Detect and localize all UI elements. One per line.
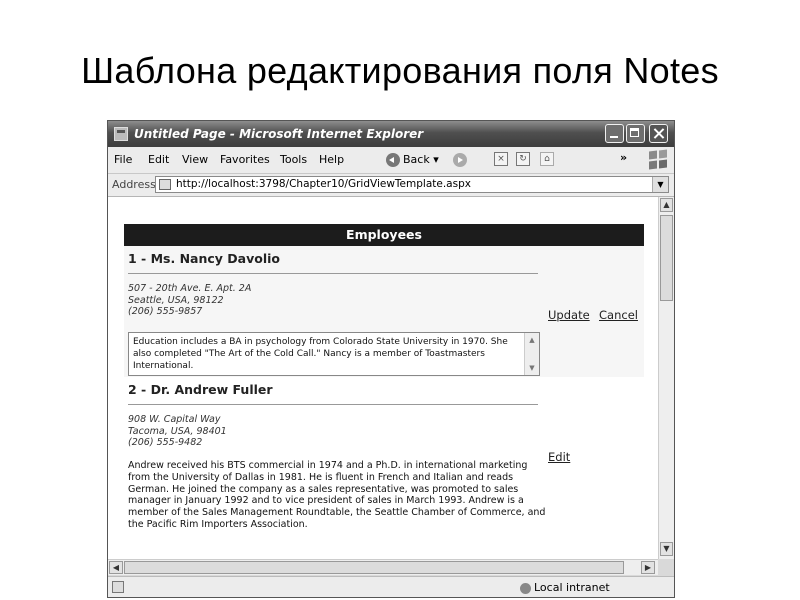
address-bar: Address http://localhost:3798/Chapter10/… (108, 174, 674, 197)
title-bar[interactable]: Untitled Page - Microsoft Internet Explo… (108, 121, 674, 147)
address-label: Address (112, 178, 156, 191)
zone-label: Local intranet (534, 581, 610, 594)
edit-link[interactable]: Edit (548, 450, 570, 464)
employees-grid: Employees 1 - Ms. Nancy Davolio 507 - 20… (124, 224, 644, 557)
toolbar-overflow-icon[interactable]: » (620, 151, 627, 164)
security-zone: Local intranet (520, 581, 610, 594)
intranet-icon (520, 582, 531, 594)
notes-scrollbar[interactable]: ▲ ▼ (524, 333, 539, 375)
address-line: 507 - 20th Ave. E. Apt. 2A (128, 283, 252, 294)
home-icon[interactable]: ⌂ (540, 152, 554, 166)
update-link[interactable]: Update (548, 308, 590, 322)
phone: (206) 555-9857 (128, 306, 203, 317)
menu-file[interactable]: File (114, 153, 132, 166)
address-input[interactable]: http://localhost:3798/Chapter10/GridView… (155, 176, 669, 193)
phone: (206) 555-9482 (128, 437, 203, 448)
horizontal-scrollbar[interactable]: ◀ ▶ (108, 559, 658, 575)
employee-address: 507 - 20th Ave. E. Apt. 2A Seattle, USA,… (128, 283, 251, 318)
window-title: Untitled Page - Microsoft Internet Explo… (134, 127, 424, 141)
cancel-link[interactable]: Cancel (599, 308, 638, 322)
scroll-up-icon[interactable]: ▲ (525, 333, 539, 347)
stop-icon[interactable]: × (494, 152, 508, 166)
scroll-thumb[interactable] (124, 561, 624, 574)
address-line: Tacoma, USA, 98401 (128, 425, 227, 437)
table-row: 2 - Dr. Andrew Fuller 908 W. Capital Way… (124, 377, 644, 557)
address-line: Seattle, USA, 98122 (128, 294, 224, 306)
notes-textarea[interactable]: Education includes a BA in psychology fr… (128, 332, 540, 376)
notes-text[interactable]: Education includes a BA in psychology fr… (133, 336, 518, 372)
scroll-up-icon[interactable]: ▲ (660, 198, 673, 212)
menu-favorites[interactable]: Favorites (220, 153, 270, 166)
notes-text: Andrew received his BTS commercial in 19… (128, 460, 546, 530)
grid-header: Employees (124, 224, 644, 246)
menu-help[interactable]: Help (319, 153, 344, 166)
scroll-down-icon[interactable]: ▼ (660, 542, 673, 556)
slide-title: Шаблона редактирования поля Notes (81, 50, 719, 91)
status-bar: Local intranet (108, 576, 674, 597)
page-icon (159, 179, 171, 190)
page-viewport: Employees 1 - Ms. Nancy Davolio 507 - 20… (108, 197, 658, 559)
vertical-scrollbar[interactable]: ▲ ▼ (658, 197, 674, 559)
divider (128, 404, 538, 405)
maximize-icon[interactable] (626, 124, 645, 143)
ie-logo-icon (114, 127, 128, 141)
scroll-down-icon[interactable]: ▼ (525, 361, 539, 375)
back-label: Back (403, 153, 430, 166)
menu-bar: File Edit View Favorites Tools Help Back… (108, 147, 674, 174)
employee-name: 1 - Ms. Nancy Davolio (128, 251, 280, 266)
refresh-icon[interactable]: ↻ (516, 152, 530, 166)
address-line: 908 W. Capital Way (128, 414, 221, 425)
address-url[interactable]: http://localhost:3798/Chapter10/GridView… (176, 178, 471, 190)
forward-arrow-icon (453, 153, 467, 167)
table-row: 1 - Ms. Nancy Davolio 507 - 20th Ave. E.… (124, 246, 644, 377)
back-arrow-icon (386, 153, 400, 167)
divider (128, 273, 538, 274)
forward-button[interactable] (453, 151, 470, 169)
employee-address: 908 W. Capital Way Tacoma, USA, 98401 (2… (128, 414, 227, 449)
windows-logo-icon (648, 149, 668, 170)
menu-edit[interactable]: Edit (148, 153, 169, 166)
scroll-left-icon[interactable]: ◀ (109, 561, 123, 574)
scroll-right-icon[interactable]: ▶ (641, 561, 655, 574)
address-dropdown-icon[interactable]: ▼ (652, 177, 668, 192)
minimize-icon[interactable] (605, 124, 624, 143)
menu-tools[interactable]: Tools (280, 153, 307, 166)
browser-window: Untitled Page - Microsoft Internet Explo… (107, 120, 675, 598)
menu-view[interactable]: View (182, 153, 208, 166)
page-status-icon (112, 581, 124, 593)
close-icon[interactable] (649, 124, 668, 143)
scroll-thumb[interactable] (660, 215, 673, 301)
back-button[interactable]: Back ▾ (386, 151, 439, 169)
employee-name: 2 - Dr. Andrew Fuller (128, 382, 273, 397)
